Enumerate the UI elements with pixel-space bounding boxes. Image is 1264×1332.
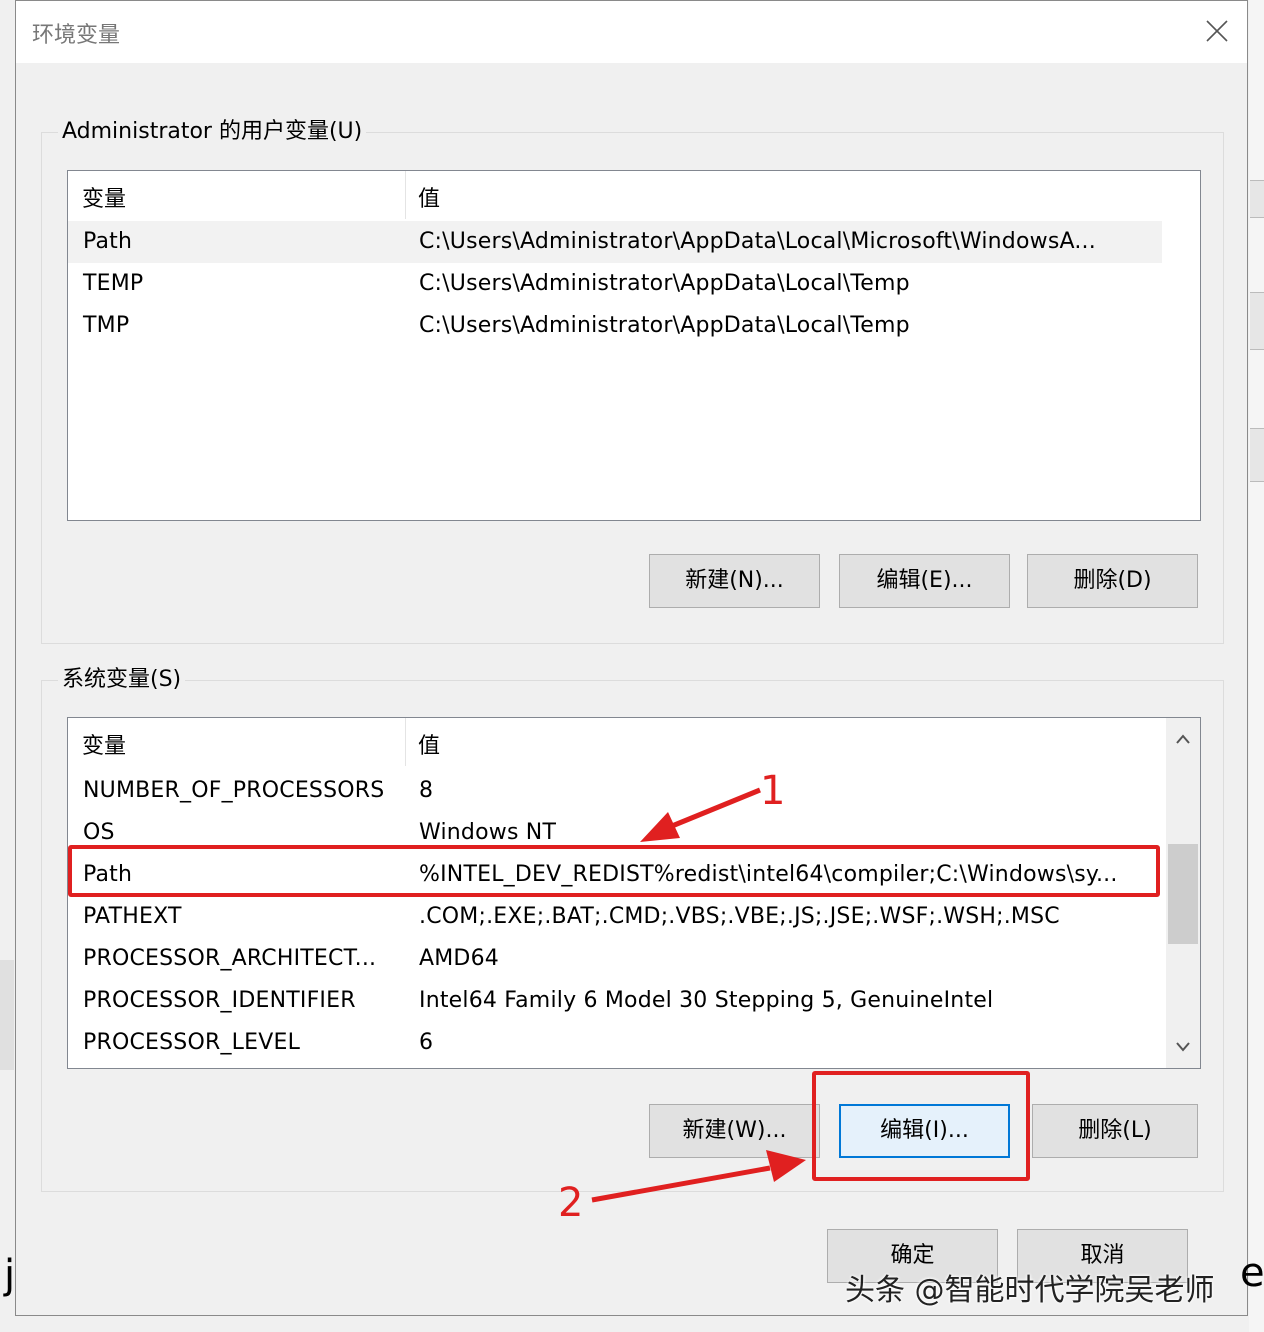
background-fragment [1250,180,1264,218]
row-value: .COM;.EXE;.BAT;.CMD;.VBS;.VBE;.JS;.JSE;.… [419,904,1060,929]
step-2-label: 2 [558,1180,584,1226]
scroll-thumb[interactable] [1168,844,1198,944]
user-variables-list[interactable]: 变量 值 Path C:\Users\Administrator\AppData… [67,170,1201,521]
user-edit-button[interactable]: 编辑(E)... [839,554,1010,608]
table-row[interactable]: Path C:\Users\Administrator\AppData\Loca… [68,221,1162,263]
column-divider[interactable] [405,171,406,219]
row-name: TMP [83,313,130,338]
edit-button-highlight [812,1071,1030,1181]
system-delete-button[interactable]: 删除(L) [1032,1104,1198,1158]
row-value: Intel64 Family 6 Model 30 Stepping 5, Ge… [419,988,994,1013]
row-name: TEMP [83,271,144,296]
header-name[interactable]: 变量 [82,181,126,213]
row-name: PROCESSOR_ARCHITECT... [83,946,377,971]
chevron-up-icon [1176,734,1190,744]
list-header: 变量 值 [68,718,1162,766]
close-icon [1206,20,1228,42]
row-value: C:\Users\Administrator\AppData\Local\Mic… [419,229,1096,254]
table-row[interactable]: TEMP C:\Users\Administrator\AppData\Loca… [68,263,1162,305]
system-variables-label: 系统变量(S) [58,661,186,693]
row-name: PROCESSOR_LEVEL [83,1030,301,1055]
step-1-label: 1 [760,768,786,814]
system-new-button[interactable]: 新建(W)... [649,1104,820,1158]
user-variables-label: Administrator 的用户变量(U) [58,113,367,145]
close-button[interactable] [1197,11,1237,51]
row-name: PATHEXT [83,904,182,929]
table-row[interactable]: PROCESSOR_ARCHITECT... AMD64 [68,938,1162,980]
background-window-right [1249,0,1264,1332]
row-name: NUMBER_OF_PROCESSORS [83,778,385,803]
path-row-highlight [68,845,1160,897]
row-name: PROCESSOR_IDENTIFIER [83,988,356,1013]
watermark-text: 头条 @智能时代学院吴老师 [845,1273,1215,1308]
user-new-button[interactable]: 新建(N)... [649,554,820,608]
row-value: AMD64 [419,946,499,971]
header-value[interactable]: 值 [418,181,440,213]
table-row[interactable]: PROCESSOR_LEVEL 6 [68,1022,1162,1064]
row-value: 6 [419,1030,434,1055]
title-bar: 环境变量 [16,1,1247,63]
background-fragment [1250,428,1264,482]
row-value: Windows NT [419,820,557,845]
environment-variables-dialog: 环境变量 Administrator 的用户变量(U) 变量 值 Path C:… [15,0,1248,1316]
table-row[interactable]: PROCESSOR_IDENTIFIER Intel64 Family 6 Mo… [68,980,1162,1022]
row-name: OS [83,820,115,845]
dialog-title: 环境变量 [32,23,121,48]
table-row[interactable]: TMP C:\Users\Administrator\AppData\Local… [68,305,1162,347]
background-window-left [0,960,14,1070]
header-name[interactable]: 变量 [82,728,126,760]
row-value: 8 [419,778,434,803]
row-value: C:\Users\Administrator\AppData\Local\Tem… [419,313,910,338]
table-row[interactable]: NUMBER_OF_PROCESSORS 8 [68,770,1162,812]
table-row[interactable]: PATHEXT .COM;.EXE;.BAT;.CMD;.VBS;.VBE;.J… [68,896,1162,938]
row-name: Path [83,229,133,254]
vertical-scrollbar[interactable] [1166,718,1200,1068]
row-value: C:\Users\Administrator\AppData\Local\Tem… [419,271,910,296]
list-header: 变量 值 [68,171,1162,219]
background-text: e [1240,1250,1264,1296]
header-value[interactable]: 值 [418,728,440,760]
chevron-down-icon [1176,1042,1190,1052]
background-fragment [1250,292,1264,350]
background-text: j [4,1252,16,1298]
scroll-down-button[interactable] [1166,1030,1200,1064]
user-delete-button[interactable]: 删除(D) [1027,554,1198,608]
scroll-up-button[interactable] [1166,722,1200,756]
column-divider[interactable] [405,718,406,766]
